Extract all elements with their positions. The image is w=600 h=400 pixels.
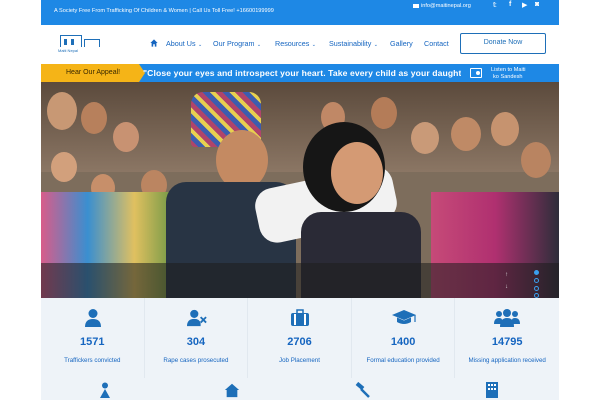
instagram-icon[interactable]: ◙ (535, 1, 539, 8)
crowd-face (491, 112, 519, 146)
crowd-face (521, 142, 551, 178)
appeal-quote[interactable]: "Close your eyes and introspect your hea… (143, 68, 471, 78)
radio-icon (470, 68, 482, 78)
youtube-icon[interactable]: ▶ (522, 1, 527, 9)
arrow-down-icon[interactable]: ↓ (505, 284, 508, 290)
stat-label: Formal education provided (366, 357, 440, 364)
top-bar: A Society Free From Trafficking Of Child… (41, 0, 559, 25)
nav-resources-label: Resources (275, 39, 310, 48)
crowd-face (51, 152, 77, 182)
nav-our-program-label: Our Program (213, 39, 255, 48)
stat-value: 304 (186, 336, 206, 348)
radio-line1: Listen to Maiti (491, 67, 526, 73)
building-icon (486, 382, 498, 398)
stat-label: Job Placement (279, 357, 320, 364)
crowd-face (411, 122, 439, 154)
appeal-bar: Hear Our Appeal! "Close your eyes and in… (41, 64, 559, 82)
crowd-face (113, 122, 139, 152)
stat-value: 1400 (390, 336, 416, 348)
chevron-down-icon: ⌄ (372, 42, 378, 48)
gavel-icon (355, 382, 370, 398)
nav-our-program[interactable]: Our Program ⌄ (213, 39, 261, 48)
crowd-face (371, 97, 397, 129)
facebook-icon[interactable]: f (509, 1, 511, 8)
users-icon (494, 309, 521, 327)
man-face (216, 130, 268, 190)
stat-label: Missing application received (468, 357, 546, 364)
donate-button[interactable]: Donate Now (460, 33, 546, 54)
slider-dot-active[interactable] (534, 270, 539, 275)
home-icon (224, 383, 240, 398)
briefcase-icon (291, 309, 310, 326)
stat-label: Traffickers convicted (64, 357, 121, 364)
stat-value: 14795 (491, 336, 523, 348)
slider-dot[interactable] (534, 278, 539, 283)
arrow-up-icon[interactable]: ↑ (505, 272, 508, 278)
woman-face (331, 142, 383, 204)
email-text: info@maitinepal.org (421, 3, 471, 9)
slider-caption-band (41, 263, 559, 298)
stats-section: 1571 Traffickers convicted 304 Rape case… (41, 298, 559, 400)
woman-icon (100, 382, 110, 398)
stat-label: Rape cases prosecuted (163, 357, 229, 364)
email-link[interactable]: info@maitinepal.org (413, 3, 471, 9)
logo-building-icon-2 (84, 39, 100, 47)
stat-value: 2706 (287, 336, 312, 348)
envelope-icon (413, 3, 419, 8)
graduation-cap-icon (391, 310, 416, 324)
logo-text: Maiti Nepal (58, 48, 79, 53)
appeal-badge: Hear Our Appeal! (41, 64, 145, 82)
stat-formal-education: 1400 Formal education provided (352, 298, 456, 378)
crowd-face (81, 102, 107, 134)
tagline: A Society Free From Trafficking Of Child… (54, 8, 274, 14)
nav-about-us[interactable]: About Us ⌄ (166, 39, 202, 48)
person-remove-icon (186, 309, 207, 327)
chevron-down-icon: ⌄ (310, 42, 316, 48)
stat-value: 1571 (80, 336, 105, 348)
crowd-face (451, 117, 481, 151)
nav-gallery[interactable]: Gallery (390, 39, 413, 48)
logo[interactable]: Maiti Nepal (58, 33, 104, 55)
nav-sustainability[interactable]: Sustainability ⌄ (329, 39, 378, 48)
nav-contact[interactable]: Contact (424, 39, 449, 48)
person-icon (85, 309, 101, 327)
twitter-icon[interactable]: 𝕥 (493, 1, 497, 9)
nav-resources[interactable]: Resources ⌄ (275, 39, 316, 48)
nav-contact-label: Contact (424, 39, 449, 48)
stat-missing-applications: 14795 Missing application received (455, 298, 559, 378)
stat-traffickers-convicted: 1571 Traffickers convicted (41, 298, 145, 378)
stat-job-placement: 2706 Job Placement (248, 298, 352, 378)
crowd-face (47, 92, 77, 130)
nav-sustainability-label: Sustainability (329, 39, 372, 48)
slider-dot[interactable] (534, 286, 539, 291)
home-icon[interactable] (150, 39, 158, 47)
stat-rape-cases: 304 Rape cases prosecuted (145, 298, 249, 378)
chevron-down-icon: ⌄ (255, 42, 262, 48)
nav-gallery-label: Gallery (390, 39, 413, 48)
site-header: Maiti Nepal About Us ⌄ Our Program ⌄ Res… (41, 25, 559, 64)
nav-about-us-label: About Us (166, 39, 196, 48)
radio-line2: ko Sandesh (493, 74, 523, 80)
chevron-down-icon: ⌄ (196, 42, 203, 48)
logo-building-icon (60, 35, 82, 47)
listen-radio-button[interactable]: Listen to Maiti ko Sandesh (461, 65, 559, 82)
hero-slider-image: ↑ ↓ (41, 82, 559, 298)
